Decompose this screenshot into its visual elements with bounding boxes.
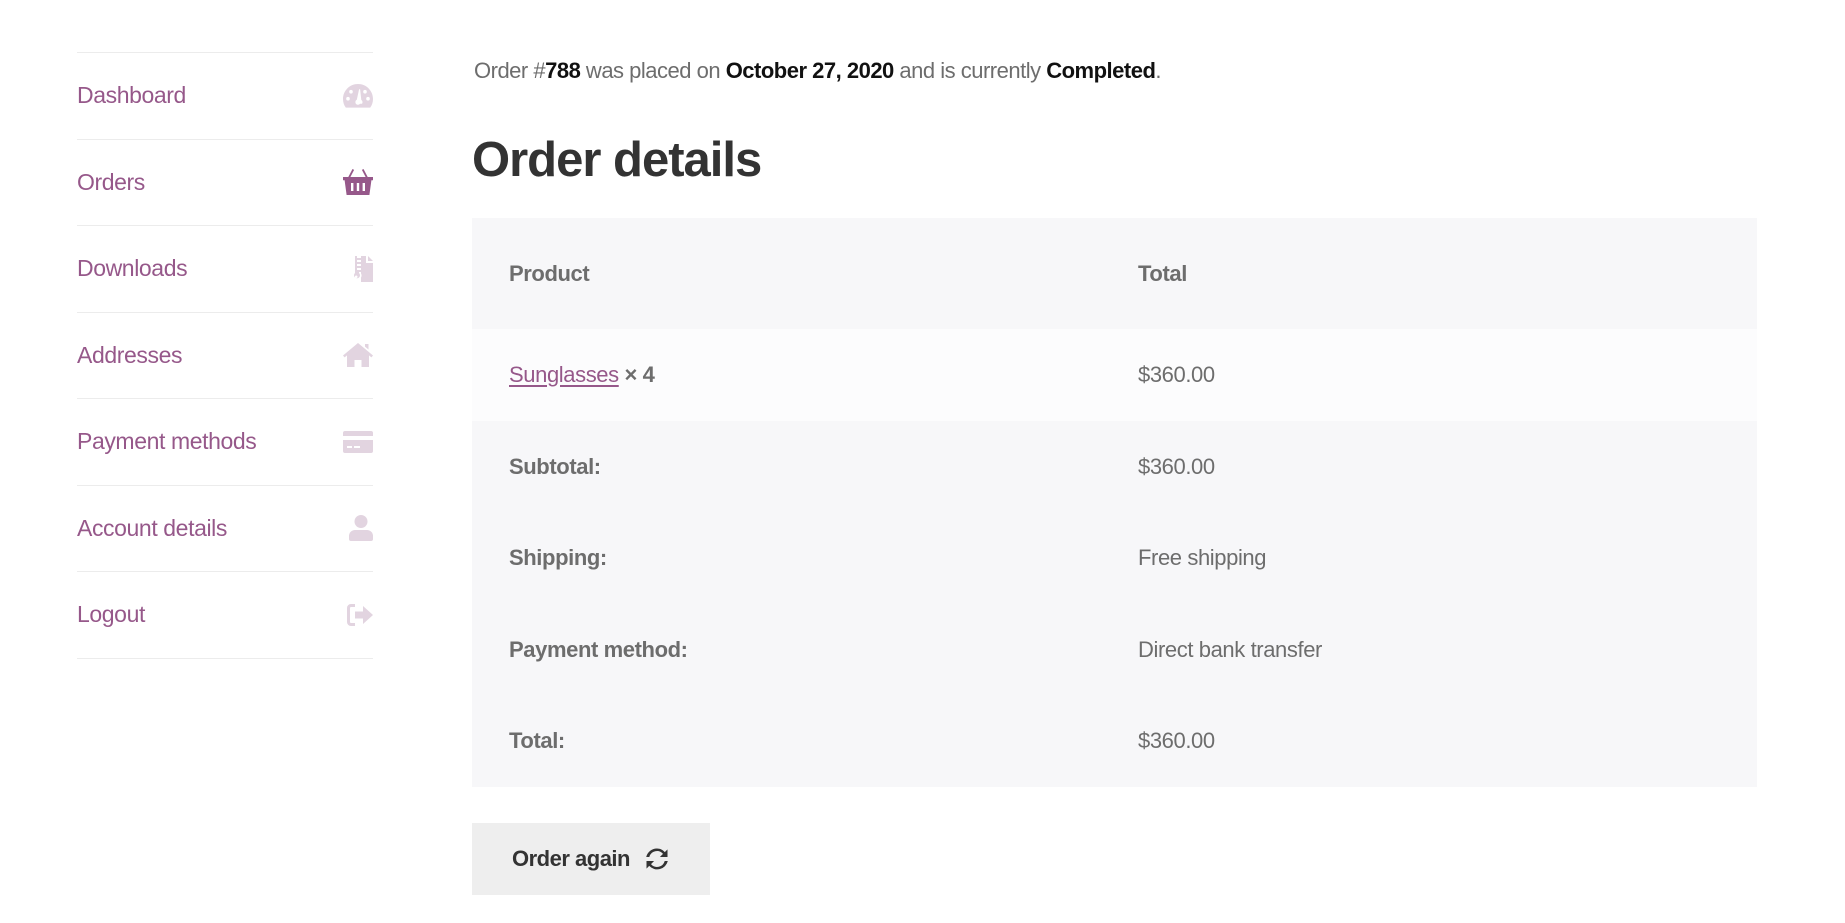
nav-item-payment-methods[interactable]: Payment methods: [77, 399, 373, 486]
home-icon: [343, 340, 373, 370]
totals-value: Free shipping: [1138, 545, 1267, 571]
order-summary-text: Order #788 was placed on October 27, 202…: [474, 58, 1161, 84]
order-details-table: Product Total Sunglasses × 4 $360.00 Sub…: [472, 218, 1757, 787]
totals-value: $360.00: [1138, 453, 1215, 479]
totals-row-total: Total: $360.00: [472, 695, 1757, 787]
totals-label: Total:: [509, 728, 565, 754]
totals-value: $360.00: [1138, 728, 1215, 754]
totals-row-payment-method: Payment method: Direct bank transfer: [472, 604, 1757, 696]
nav-label: Payment methods: [77, 428, 257, 455]
sign-out-icon: [343, 600, 373, 630]
column-header-total: Total: [1138, 260, 1187, 286]
product-cell: Sunglasses × 4: [472, 329, 1101, 421]
credit-card-icon: [343, 427, 373, 457]
nav-item-orders[interactable]: Orders: [77, 140, 373, 226]
order-status: Completed: [1046, 58, 1156, 83]
nav-label: Logout: [77, 601, 145, 628]
order-again-button[interactable]: Order again: [472, 823, 710, 895]
order-date: October 27, 2020: [725, 58, 895, 83]
intro-prefix: Order #: [474, 58, 546, 83]
nav-item-dashboard[interactable]: Dashboard: [77, 53, 373, 140]
account-navigation: Dashboard Orders Downloads Addresses Pay…: [77, 52, 373, 659]
totals-label: Payment method:: [509, 636, 688, 662]
table-header-row: Product Total: [472, 218, 1757, 329]
totals-row-subtotal: Subtotal: $360.00: [472, 421, 1757, 513]
product-quantity: × 4: [624, 362, 655, 387]
nav-label: Addresses: [77, 341, 183, 368]
nav-item-downloads[interactable]: Downloads: [77, 226, 373, 313]
totals-row-shipping: Shipping: Free shipping: [472, 512, 1757, 604]
order-number: 788: [545, 58, 581, 83]
column-header-product: Product: [509, 260, 590, 286]
nav-label: Downloads: [77, 255, 188, 282]
refresh-icon: [644, 846, 670, 872]
nav-item-logout[interactable]: Logout: [77, 572, 373, 659]
table-row: Sunglasses × 4 $360.00: [472, 329, 1757, 421]
intro-mid1: was placed on: [580, 58, 726, 83]
nav-label: Orders: [77, 168, 145, 195]
nav-label: Account details: [77, 514, 227, 541]
totals-value: Direct bank transfer: [1138, 636, 1322, 662]
basket-icon: [343, 167, 373, 197]
nav-label: Dashboard: [77, 82, 186, 109]
intro-mid2: and is currently: [893, 58, 1047, 83]
file-archive-icon: [343, 254, 373, 284]
order-again-label: Order again: [512, 846, 630, 871]
user-icon: [343, 513, 373, 543]
nav-item-account-details[interactable]: Account details: [77, 486, 373, 572]
product-link[interactable]: Sunglasses: [509, 362, 619, 387]
my-account-page: Dashboard Orders Downloads Addresses Pay…: [0, 0, 1845, 923]
order-details-title: Order details: [472, 133, 762, 187]
dashboard-gauge-icon: [343, 81, 373, 111]
totals-label: Subtotal:: [509, 453, 601, 479]
product-total: $360.00: [1138, 362, 1215, 387]
totals-label: Shipping:: [509, 545, 607, 571]
intro-suffix: .: [1155, 58, 1162, 83]
nav-item-addresses[interactable]: Addresses: [77, 313, 373, 399]
